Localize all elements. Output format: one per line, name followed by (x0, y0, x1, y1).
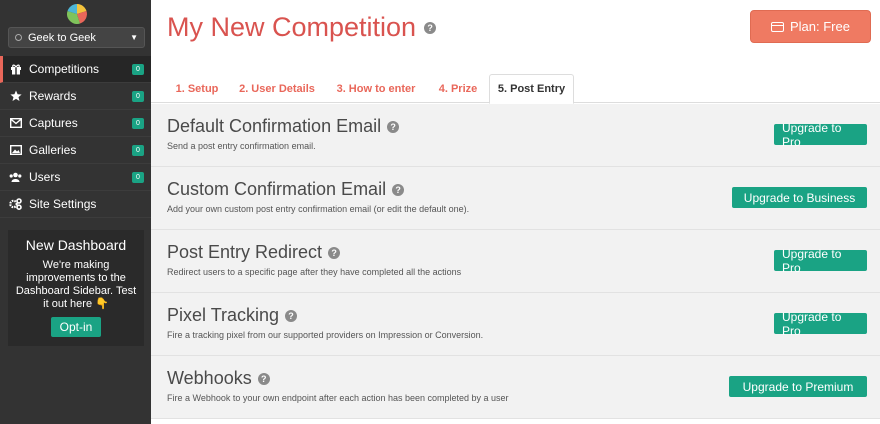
section-title-text: Pixel Tracking (167, 305, 280, 325)
upgrade-to-pro-button[interactable]: Upgrade to Pro (774, 247, 867, 275)
count-badge: 0 (132, 172, 144, 183)
page-title: My New Competition (167, 12, 417, 42)
promo-title: New Dashboard (25, 237, 127, 253)
count-badge: 0 (132, 64, 144, 75)
users-icon (9, 171, 22, 184)
section-title-text: Post Entry Redirect (167, 242, 323, 262)
upgrade-to-premium-button[interactable]: Upgrade to Premium (729, 376, 867, 397)
sidebar-nav: Competitions 0 Rewards 0 Captures 0 Gall… (0, 56, 151, 218)
opt-in-button[interactable]: Opt-in (50, 317, 102, 337)
new-dashboard-promo: New Dashboard We're making improvements … (8, 230, 144, 346)
section-post-entry-redirect: Post Entry Redirect ? Redirect users to … (151, 230, 880, 293)
count-badge: 0 (132, 91, 144, 102)
sidebar-item-competitions[interactable]: Competitions 0 (0, 56, 151, 83)
promo-text: We're making improvements to the Dashboa… (15, 259, 137, 310)
account-icon (15, 34, 22, 41)
sidebar-item-site-settings[interactable]: Site Settings (0, 191, 151, 218)
help-icon[interactable]: ? (387, 120, 400, 133)
help-icon[interactable]: ? (285, 309, 298, 322)
account-selector[interactable]: Geek to Geek ▼ (8, 27, 145, 48)
upgrade-to-pro-button[interactable]: Upgrade to Pro (774, 121, 867, 149)
star-icon (9, 90, 22, 103)
help-icon[interactable]: ? (424, 21, 437, 34)
section-custom-confirmation-email: Custom Confirmation Email ? Add your own… (151, 167, 880, 230)
sidebar-item-label: Competitions (29, 62, 100, 76)
upgrade-to-business-button[interactable]: Upgrade to Business (732, 187, 867, 208)
section-pixel-tracking: Pixel Tracking ? Fire a tracking pixel f… (151, 293, 880, 356)
tab-user-details[interactable]: 2. User Details (234, 74, 320, 103)
account-name: Geek to Geek (28, 31, 96, 44)
upgrade-to-pro-button[interactable]: Upgrade to Pro (774, 310, 867, 338)
sidebar-item-users[interactable]: Users 0 (0, 164, 151, 191)
plan-button[interactable]: Plan: Free (750, 10, 871, 43)
sidebar-item-galleries[interactable]: Galleries 0 (0, 137, 151, 164)
section-title-text: Default Confirmation Email (167, 116, 382, 136)
gears-icon (9, 198, 22, 211)
logo-icon[interactable] (67, 4, 87, 24)
help-icon[interactable]: ? (257, 372, 270, 385)
section-title-text: Custom Confirmation Email (167, 179, 387, 199)
sidebar: Geek to Geek ▼ Competitions 0 Rewards 0 … (0, 0, 151, 424)
help-icon[interactable]: ? (392, 183, 405, 196)
main-content: My New Competition ? Plan: Free 1. Setup… (151, 0, 880, 424)
sidebar-item-label: Galleries (29, 143, 77, 157)
tab-prize[interactable]: 4. Prize (433, 74, 483, 103)
section-default-confirmation-email: Default Confirmation Email ? Send a post… (151, 104, 880, 167)
credit-card-icon (771, 21, 784, 32)
sidebar-item-label: Captures (29, 116, 78, 130)
tab-bar: 1. Setup 2. User Details 3. How to enter… (151, 74, 880, 104)
help-icon[interactable]: ? (328, 246, 341, 259)
section-title-text: Webhooks (167, 368, 252, 388)
tab-how-to-enter[interactable]: 3. How to enter (331, 74, 421, 103)
sidebar-item-label: Rewards (29, 89, 77, 103)
count-badge: 0 (132, 118, 144, 129)
sidebar-item-label: Users (29, 170, 61, 184)
section-webhooks: Webhooks ? Fire a Webhook to your own en… (151, 356, 880, 419)
count-badge: 0 (132, 145, 144, 156)
image-icon (9, 144, 22, 157)
envelope-icon (9, 117, 22, 130)
post-entry-sections: Default Confirmation Email ? Send a post… (151, 104, 880, 419)
title-row: My New Competition ? (167, 12, 437, 43)
sidebar-item-label: Site Settings (29, 197, 97, 211)
gift-icon (9, 63, 22, 76)
sidebar-item-rewards[interactable]: Rewards 0 (0, 83, 151, 110)
tab-post-entry[interactable]: 5. Post Entry (489, 74, 574, 104)
plan-button-label: Plan: Free (790, 19, 850, 34)
caret-down-icon: ▼ (130, 33, 138, 42)
sidebar-item-captures[interactable]: Captures 0 (0, 110, 151, 137)
tab-setup[interactable]: 1. Setup (167, 74, 227, 103)
